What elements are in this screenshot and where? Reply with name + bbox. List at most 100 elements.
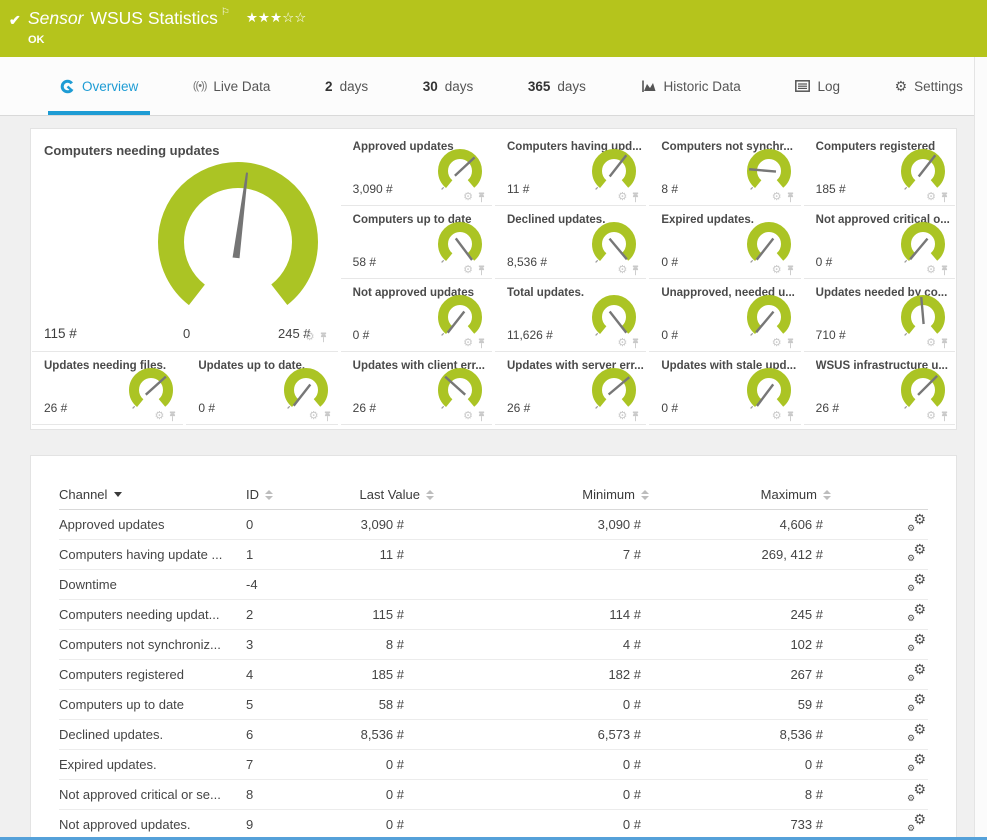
gauge-unapproved-needed-u[interactable]: Unapproved, needed u... 0 # ⚙ — [649, 279, 800, 352]
channel-settings-icon[interactable]: ⚙⚙ — [906, 545, 926, 561]
channel-settings-icon[interactable]: ⚙⚙ — [906, 515, 926, 531]
gauge-settings-icon[interactable]: ⚙ — [154, 411, 164, 422]
gauge-updates-with-client-err[interactable]: Updates with client err... 26 # ⚙ — [341, 352, 492, 425]
gauge-settings-icon[interactable]: ⚙ — [463, 192, 473, 203]
gauge-settings-icon[interactable]: ⚙ — [772, 338, 782, 349]
channel-settings-icon[interactable]: ⚙⚙ — [906, 785, 926, 801]
pin-icon[interactable] — [168, 411, 177, 422]
gauge-needle — [910, 239, 927, 260]
tab-historic-data[interactable]: Historic Data — [629, 57, 753, 115]
tab-2-days[interactable]: 2days — [313, 57, 380, 115]
gauge-settings-icon[interactable]: ⚙ — [617, 338, 627, 349]
gauge-updates-with-stale-upd[interactable]: Updates with stale upd... 0 # ⚙ — [649, 352, 800, 425]
pin-icon[interactable] — [786, 338, 795, 349]
gauge-wsus-infrastructure-u[interactable]: WSUS infrastructure u... 26 # ⚙ — [804, 352, 955, 425]
channel-settings-icon[interactable]: ⚙⚙ — [906, 695, 926, 711]
gauge-settings-icon[interactable]: ⚙ — [463, 338, 473, 349]
tab-log[interactable]: Log — [783, 57, 852, 115]
table-row: Computers up to date 5 58 # 0 # 59 # ⚙⚙ — [59, 690, 928, 720]
pin-icon[interactable] — [940, 265, 949, 276]
gauge-updates-needing-files[interactable]: Updates needing files. 26 # ⚙ — [32, 352, 183, 425]
pin-icon[interactable] — [477, 192, 486, 203]
gauge-settings-icon[interactable]: ⚙ — [772, 192, 782, 203]
gauge-declined-updates[interactable]: Declined updates. 8,536 # ⚙ — [495, 206, 646, 279]
channel-settings-icon[interactable]: ⚙⚙ — [906, 755, 926, 771]
pin-icon[interactable] — [631, 192, 640, 203]
gauge-settings-icon[interactable]: ⚙ — [309, 411, 319, 422]
table-row: Declined updates. 6 8,536 # 6,573 # 8,53… — [59, 720, 928, 750]
pin-icon[interactable] — [477, 265, 486, 276]
gauge-not-approved-critical-o[interactable]: Not approved critical o... 0 # ⚙ — [804, 206, 955, 279]
gauge-computers-registered[interactable]: Computers registered 185 # ⚙ — [804, 133, 955, 206]
gauge-computers-not-synchr[interactable]: Computers not synchr... 8 # ⚙ — [649, 133, 800, 206]
tab-overview[interactable]: Overview — [48, 57, 150, 115]
tab-30-days[interactable]: 30days — [411, 57, 486, 115]
column-header-channel[interactable]: Channel — [59, 487, 246, 502]
flag-icon[interactable]: ⚐ — [221, 7, 230, 18]
gauge-settings-icon[interactable]: ⚙ — [305, 332, 315, 343]
minimum-cell: 0 # — [434, 787, 649, 802]
gauge-updates-with-server-err[interactable]: Updates with server err... 26 # ⚙ — [495, 352, 646, 425]
gauge-computers-needing-updates[interactable]: Computers needing updates 115 # 0 245 # … — [32, 133, 338, 352]
pin-icon[interactable] — [786, 265, 795, 276]
channel-settings-icon[interactable]: ⚙⚙ — [906, 665, 926, 681]
gauge-value: 26 # — [353, 401, 376, 415]
column-header-minimum[interactable]: Minimum — [434, 487, 649, 502]
gauge-not-approved-updates[interactable]: Not approved updates 0 # ⚙ — [341, 279, 492, 352]
pin-icon[interactable] — [631, 411, 640, 422]
maximum-cell: 59 # — [649, 697, 831, 712]
gauge-expired-updates[interactable]: Expired updates. 0 # ⚙ — [649, 206, 800, 279]
channel-settings-icon[interactable]: ⚙⚙ — [906, 635, 926, 651]
gauge-settings-icon[interactable]: ⚙ — [926, 411, 936, 422]
gauge-settings-icon[interactable]: ⚙ — [463, 265, 473, 276]
gauge-updates-needed-by-co[interactable]: Updates needed by co... 710 # ⚙ — [804, 279, 955, 352]
pin-icon[interactable] — [323, 411, 332, 422]
channel-settings-icon[interactable]: ⚙⚙ — [906, 605, 926, 621]
gauge-value: 115 # — [44, 326, 77, 341]
id-cell: 9 — [246, 817, 318, 832]
gauge-settings-icon[interactable]: ⚙ — [772, 265, 782, 276]
gauge-settings-icon[interactable]: ⚙ — [926, 338, 936, 349]
gauge-settings-icon[interactable]: ⚙ — [617, 192, 627, 203]
pin-icon[interactable] — [631, 265, 640, 276]
gauge-settings-icon[interactable]: ⚙ — [463, 411, 473, 422]
gauge — [590, 367, 638, 415]
gauge-updates-up-to-date[interactable]: Updates up to date. 0 # ⚙ — [186, 352, 337, 425]
pin-icon[interactable] — [319, 332, 328, 343]
channel-name-cell: Approved updates — [59, 517, 246, 532]
channel-settings-icon[interactable]: ⚙⚙ — [906, 725, 926, 741]
gauge-approved-updates[interactable]: Approved updates 3,090 # ⚙ — [341, 133, 492, 206]
column-header-id[interactable]: ID — [246, 487, 318, 502]
gauge-settings-icon[interactable]: ⚙ — [772, 411, 782, 422]
channel-settings-icon[interactable]: ⚙⚙ — [906, 815, 926, 831]
minimum-cell: 4 # — [434, 637, 649, 652]
pin-icon[interactable] — [940, 192, 949, 203]
pin-icon[interactable] — [631, 338, 640, 349]
gauge-settings-icon[interactable]: ⚙ — [617, 411, 627, 422]
gauge-settings-icon[interactable]: ⚙ — [926, 265, 936, 276]
scrollbar-track[interactable] — [974, 57, 987, 840]
column-header-maximum[interactable]: Maximum — [649, 487, 831, 502]
pin-icon[interactable] — [940, 411, 949, 422]
pin-icon[interactable] — [940, 338, 949, 349]
pin-icon[interactable] — [786, 192, 795, 203]
pin-icon[interactable] — [477, 338, 486, 349]
gauge — [899, 221, 947, 269]
gauge-total-updates[interactable]: Total updates. 11,626 # ⚙ — [495, 279, 646, 352]
tab-settings[interactable]: ⚙ Settings — [883, 57, 975, 115]
gauge-computers-having-upd[interactable]: Computers having upd... 11 # ⚙ — [495, 133, 646, 206]
priority-stars[interactable]: ★★★☆☆ — [246, 10, 307, 25]
column-header-last-value[interactable]: Last Value — [318, 487, 434, 502]
tab-365-days[interactable]: 365days — [516, 57, 598, 115]
channel-settings-icon[interactable]: ⚙⚙ — [906, 575, 926, 591]
gauge-settings-icon[interactable]: ⚙ — [617, 265, 627, 276]
pin-icon[interactable] — [477, 411, 486, 422]
gauge-settings-icon[interactable]: ⚙ — [926, 192, 936, 203]
gauge-computers-up-to-date[interactable]: Computers up to date 58 # ⚙ — [341, 206, 492, 279]
log-icon — [795, 80, 810, 92]
id-cell: 8 — [246, 787, 318, 802]
tab-live-data[interactable]: ((•)) Live Data — [181, 57, 283, 115]
pin-icon[interactable] — [786, 411, 795, 422]
gauge — [282, 367, 330, 415]
page-title: WSUS Statistics — [90, 8, 217, 28]
